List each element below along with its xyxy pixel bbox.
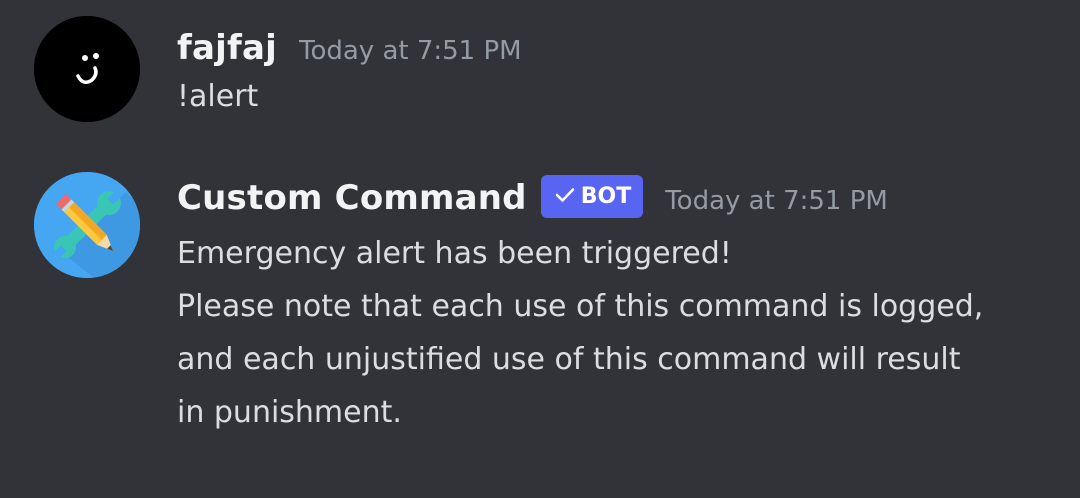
message-text: Emergency alert has been triggered! Plea… (177, 227, 1060, 439)
smiley-face-icon (34, 16, 140, 122)
message-line: Emergency alert has been triggered! (177, 236, 732, 271)
message-line: in punishment. (177, 395, 402, 430)
username[interactable]: fajfaj (177, 28, 277, 68)
verified-check-icon (555, 184, 575, 209)
avatar[interactable] (34, 16, 140, 122)
bot-badge-label: BOT (580, 184, 632, 209)
message-header: Custom Command BOT Today at 7:51 PM (177, 175, 1060, 221)
tools-pencil-wrench-icon (34, 172, 140, 278)
timestamp[interactable]: Today at 7:51 PM (665, 186, 888, 216)
avatar[interactable] (34, 172, 140, 278)
chat-messages: fajfaj Today at 7:51 PM !alert Custom Co… (0, 0, 1080, 498)
message-content: Custom Command BOT Today at 7:51 PM Emer… (177, 170, 1060, 439)
message-header: fajfaj Today at 7:51 PM (177, 28, 1060, 68)
timestamp[interactable]: Today at 7:51 PM (299, 36, 522, 66)
message-line: and each unjustified use of this command… (177, 342, 961, 377)
username[interactable]: Custom Command (177, 178, 527, 218)
message-text: !alert (177, 79, 259, 114)
bot-badge: BOT (540, 175, 644, 218)
message-content: fajfaj Today at 7:51 PM !alert (177, 14, 1060, 123)
message-line: Please note that each use of this comman… (177, 289, 984, 324)
